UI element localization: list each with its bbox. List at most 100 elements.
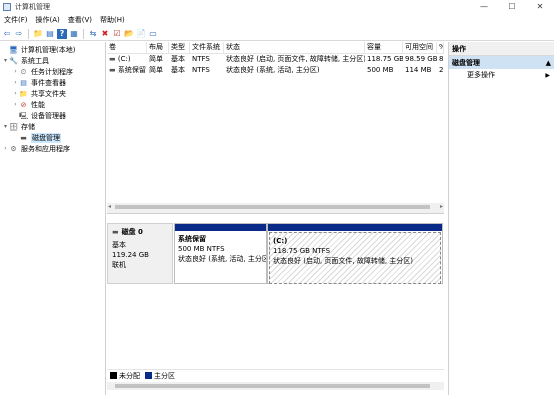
- column-header-status[interactable]: 状态: [224, 42, 365, 53]
- back-arrow-icon[interactable]: ⇦: [2, 29, 12, 39]
- layout-cell: 简单: [149, 66, 163, 74]
- device-manager-icon: 🖳: [19, 111, 29, 120]
- tree-item-storage[interactable]: ▾ 🗄 存储: [0, 121, 105, 132]
- scrollbar-thumb[interactable]: [115, 205, 430, 209]
- unallocated-swatch: [110, 372, 117, 379]
- column-header-layout[interactable]: 布局: [147, 42, 169, 53]
- partition-info: (C:) 118.75 GB NTFS 状态良好 (启动, 页面文件, 故障转储…: [269, 232, 441, 284]
- expand-arrow-icon[interactable]: ›: [12, 68, 19, 75]
- tree-item-performance[interactable]: › ⊘ 性能: [0, 99, 105, 110]
- new-folder-icon[interactable]: 📂: [124, 29, 134, 39]
- disk-0-label[interactable]: ▬ 磁盘 0 基本 119.24 GB 联机: [107, 223, 173, 284]
- tree-item-label: 存储: [21, 122, 35, 131]
- percent-free-cell: 2: [439, 66, 444, 74]
- volume-icon: ▬: [109, 66, 118, 74]
- tree-item-event-viewer[interactable]: › ▤ 事件查看器: [0, 77, 105, 88]
- legend-label: 主分区: [154, 371, 175, 380]
- disk-name-row: ▬ 磁盘 0: [112, 227, 168, 237]
- partition-status: 状态良好 (系统, 活动, 主分区): [178, 255, 266, 263]
- type-cell: 基本: [171, 55, 185, 63]
- percent-free-cell: 8: [439, 55, 444, 63]
- menu-action[interactable]: 操作(A): [32, 15, 64, 25]
- table-row[interactable]: ▬ (C:) 简单 基本 NTFS 状态良好 (启动, 页面文件, 故障转储, …: [107, 54, 444, 65]
- volume-list-scrollbar[interactable]: ◂ ▸: [107, 203, 444, 211]
- volume-icon: ▬: [109, 55, 118, 63]
- column-header-percent-free[interactable]: %: [437, 42, 444, 53]
- view-icon[interactable]: ▭: [148, 29, 158, 39]
- table-row[interactable]: ▬ 系统保留 简单 基本 NTFS 状态良好 (系统, 活动, 主分区) 500…: [107, 65, 444, 76]
- status-cell: 状态良好 (系统, 活动, 主分区): [226, 66, 320, 74]
- volume-name-cell: ▬ (C:): [107, 54, 147, 65]
- column-header-free-space[interactable]: 可用空间: [403, 42, 437, 53]
- column-header-volume[interactable]: 卷: [107, 42, 147, 53]
- tree-item-computer-management[interactable]: 🖥 计算机管理(本地): [0, 44, 105, 55]
- disk-map-scrollbar[interactable]: [107, 382, 444, 390]
- capacity-cell: 118.75 GB: [367, 55, 403, 63]
- export-icon[interactable]: 📄: [136, 29, 146, 39]
- tree-item-disk-management[interactable]: ▬ 磁盘管理: [0, 132, 105, 143]
- filesystem-cell: NTFS: [192, 55, 210, 63]
- title-bar: 计算机管理 — ☐ ✕: [0, 0, 554, 13]
- up-folder-icon[interactable]: 📁: [33, 29, 43, 39]
- tree-item-task-scheduler[interactable]: › ⏲ 任务计划程序: [0, 66, 105, 77]
- collapse-arrow-icon[interactable]: ▲: [546, 59, 551, 67]
- disk-status: 联机: [112, 261, 126, 269]
- tree-item-device-manager[interactable]: 🖳 设备管理器: [0, 110, 105, 121]
- menu-view[interactable]: 查看(V): [64, 15, 96, 25]
- scroll-left-icon[interactable]: ◂: [108, 203, 111, 210]
- column-header-filesystem[interactable]: 文件系统: [190, 42, 224, 53]
- services-icon: ⚙: [10, 144, 17, 153]
- check-icon[interactable]: ☑: [112, 29, 122, 39]
- tree-item-label: 共享文件夹: [31, 89, 66, 98]
- status-cell: 状态良好 (启动, 页面文件, 故障转储, 主分区): [226, 55, 365, 63]
- forward-arrow-icon[interactable]: ⇨: [14, 29, 24, 39]
- expand-arrow-icon[interactable]: ›: [12, 90, 19, 97]
- tree-item-label: 计算机管理(本地): [21, 45, 76, 54]
- volume-name-cell: ▬ 系统保留: [107, 65, 147, 76]
- more-actions-item[interactable]: 更多操作 ▶: [449, 69, 554, 81]
- computer-management-icon: [3, 2, 11, 11]
- partition-c-drive[interactable]: (C:) 118.75 GB NTFS 状态良好 (启动, 页面文件, 故障转储…: [267, 223, 443, 284]
- type-cell: 基本: [171, 66, 185, 74]
- minimize-button[interactable]: —: [470, 0, 498, 13]
- legend: 未分配 主分区: [107, 369, 444, 381]
- computer-icon: 🖥: [9, 45, 18, 54]
- column-header-capacity[interactable]: 容量: [365, 42, 403, 53]
- tree-item-services-apps[interactable]: › ⚙ 服务和应用程序: [0, 143, 105, 154]
- clock-icon: ⏲: [20, 67, 27, 76]
- properties-icon[interactable]: ▦: [69, 29, 79, 39]
- scroll-right-icon[interactable]: ▸: [440, 203, 443, 210]
- primary-partition-bar: [268, 224, 442, 231]
- primary-partition-bar: [175, 224, 266, 231]
- show-hide-tree-icon[interactable]: ▤: [45, 29, 55, 39]
- expand-arrow-icon[interactable]: ›: [2, 145, 9, 152]
- window-controls: — ☐ ✕: [470, 0, 554, 13]
- maximize-button[interactable]: ☐: [498, 0, 526, 13]
- partition-system-reserved[interactable]: 系统保留 500 MB NTFS 状态良好 (系统, 活动, 主分区): [174, 223, 267, 284]
- disk-map: ▬ 磁盘 0 基本 119.24 GB 联机 系统保留 500 MB NTFS …: [107, 215, 444, 378]
- menu-file[interactable]: 文件(F): [0, 15, 32, 25]
- volume-list: 卷 布局 类型 文件系统 状态 容量 可用空间 % ▬ (C:) 简单 基本 N…: [107, 42, 444, 203]
- close-button[interactable]: ✕: [526, 0, 554, 13]
- expand-arrow-icon[interactable]: ▾: [2, 123, 9, 130]
- menu-help[interactable]: 帮助(H): [96, 15, 129, 25]
- submenu-arrow-icon: ▶: [545, 71, 550, 79]
- delete-icon[interactable]: ✖: [100, 29, 110, 39]
- expand-arrow-icon[interactable]: ▾: [2, 57, 9, 64]
- volume-list-header: 卷 布局 类型 文件系统 状态 容量 可用空间 %: [107, 42, 444, 54]
- scrollbar-thumb[interactable]: [115, 384, 430, 388]
- expand-arrow-icon[interactable]: ›: [12, 79, 19, 86]
- help-icon[interactable]: ?: [57, 28, 67, 39]
- disk-icon: ▬: [112, 228, 119, 236]
- tree-item-label: 事件查看器: [31, 78, 66, 87]
- tree-item-shared-folders[interactable]: › 📁 共享文件夹: [0, 88, 105, 99]
- more-actions-label: 更多操作: [467, 71, 495, 79]
- pane-splitter[interactable]: [107, 211, 444, 214]
- performance-icon: ⊘: [20, 100, 27, 109]
- column-header-type[interactable]: 类型: [169, 42, 190, 53]
- tree-item-system-tools[interactable]: ▾ 🔧 系统工具: [0, 55, 105, 66]
- actions-section-disk-management[interactable]: 磁盘管理 ▲: [449, 56, 554, 69]
- partition-size: 500 MB NTFS: [178, 245, 225, 253]
- expand-arrow-icon[interactable]: ›: [12, 101, 19, 108]
- connect-icon[interactable]: ⇆: [88, 29, 98, 39]
